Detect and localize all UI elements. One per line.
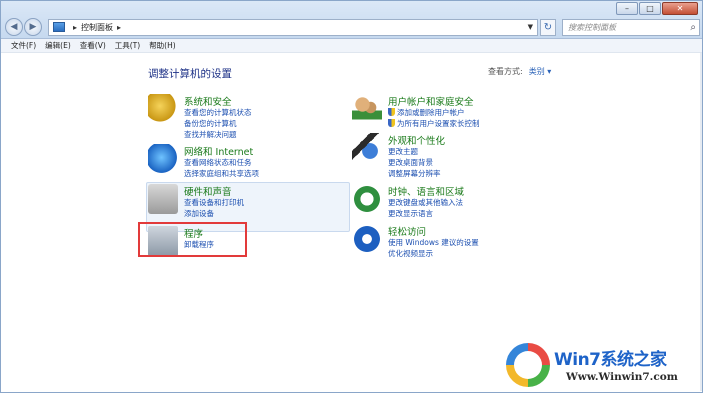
watermark: Win7系统之家 Www.Winwin7.com <box>506 341 701 391</box>
breadcrumb-separator-icon[interactable]: ▸ <box>117 23 121 32</box>
category-link[interactable]: 调整屏幕分辨率 <box>388 168 441 179</box>
menu-help[interactable]: 帮助(H) <box>149 40 176 51</box>
title-bar: – □ ✕ ◀ ▶ ▸ 控制面板 ▸ ▼ ↻ 搜索控制面板 ⌕ <box>1 1 702 39</box>
category-link[interactable]: 备份您的计算机 <box>184 118 237 129</box>
category-link[interactable]: 选择家庭组和共享选项 <box>184 168 259 179</box>
menu-file[interactable]: 文件(F) <box>11 40 36 51</box>
search-placeholder: 搜索控制面板 <box>568 22 616 32</box>
back-button[interactable]: ◀ <box>5 18 23 36</box>
category-link[interactable]: 优化视频显示 <box>388 248 433 259</box>
control-panel-window: – □ ✕ ◀ ▶ ▸ 控制面板 ▸ ▼ ↻ 搜索控制面板 ⌕ 文件(F) 编辑… <box>0 0 703 393</box>
refresh-icon: ↻ <box>543 21 553 33</box>
refresh-button[interactable]: ↻ <box>540 18 556 36</box>
category-title[interactable]: 时钟、语言和区域 <box>388 184 464 198</box>
windows-logo-icon <box>506 343 550 387</box>
view-by: 查看方式: 类别 ▾ <box>488 66 551 77</box>
forward-arrow-icon: ▶ <box>29 22 37 32</box>
back-arrow-icon: ◀ <box>10 22 18 32</box>
close-button[interactable]: ✕ <box>662 2 698 15</box>
users-icon[interactable] <box>352 94 382 124</box>
menu-view[interactable]: 查看(V) <box>80 40 106 51</box>
forward-button[interactable]: ▶ <box>24 18 42 36</box>
ease-of-access-icon[interactable] <box>352 224 382 254</box>
view-by-dropdown[interactable]: 类别 ▾ <box>529 67 552 76</box>
category-title[interactable]: 硬件和声音 <box>184 184 232 198</box>
category-title[interactable]: 用户帐户和家庭安全 <box>388 94 474 108</box>
breadcrumb-control-panel[interactable]: 控制面板 <box>81 22 113 33</box>
paint-icon[interactable] <box>352 133 382 163</box>
address-dropdown-icon[interactable]: ▼ <box>528 23 533 31</box>
globe-network-icon[interactable] <box>148 144 178 174</box>
category-link[interactable]: 更改主题 <box>388 146 418 157</box>
category-link[interactable]: 查看您的计算机状态 <box>184 107 252 118</box>
page-title: 调整计算机的设置 <box>148 68 232 80</box>
category-link[interactable]: 更改桌面背景 <box>388 157 433 168</box>
category-link[interactable]: 更改显示语言 <box>388 208 433 219</box>
category-link[interactable]: 添加或删除用户帐户 <box>388 107 465 118</box>
maximize-button[interactable]: □ <box>639 2 661 15</box>
caption-buttons: – □ ✕ <box>615 2 698 15</box>
highlight-box <box>138 222 247 257</box>
search-icon[interactable]: ⌕ <box>690 22 696 33</box>
search-box[interactable]: 搜索控制面板 ⌕ <box>562 18 700 36</box>
clock-globe-icon[interactable] <box>352 184 382 214</box>
category-link[interactable]: 更改键盘或其他输入法 <box>388 197 463 208</box>
view-by-label: 查看方式: <box>488 67 523 76</box>
watermark-url: Www.Winwin7.com <box>566 371 678 383</box>
category-title[interactable]: 网络和 Internet <box>184 144 253 158</box>
category-title[interactable]: 轻松访问 <box>388 224 426 238</box>
watermark-text: Win7系统之家 <box>554 350 667 370</box>
category-link[interactable]: 使用 Windows 建议的设置 <box>388 237 479 248</box>
category-link[interactable]: 查找并解决问题 <box>184 129 237 140</box>
address-bar[interactable]: ▸ 控制面板 ▸ ▼ <box>48 18 538 36</box>
printer-icon[interactable] <box>148 184 178 214</box>
category-link[interactable]: 为所有用户设置家长控制 <box>388 118 480 129</box>
category-title[interactable]: 系统和安全 <box>184 94 232 108</box>
menu-bar: 文件(F) 编辑(E) 查看(V) 工具(T) 帮助(H) <box>1 39 702 53</box>
breadcrumb-separator-icon[interactable]: ▸ <box>73 23 77 32</box>
control-panel-icon <box>53 22 65 32</box>
category-link[interactable]: 查看设备和打印机 <box>184 197 244 208</box>
menu-tools[interactable]: 工具(T) <box>115 40 140 51</box>
navigation-row: ◀ ▶ ▸ 控制面板 ▸ ▼ ↻ 搜索控制面板 ⌕ <box>5 17 700 37</box>
category-link[interactable]: 添加设备 <box>184 208 214 219</box>
category-title[interactable]: 外观和个性化 <box>388 133 445 147</box>
shield-icon[interactable] <box>148 94 178 124</box>
minimize-button[interactable]: – <box>616 2 638 15</box>
menu-edit[interactable]: 编辑(E) <box>45 40 71 51</box>
category-link[interactable]: 查看网络状态和任务 <box>184 157 252 168</box>
